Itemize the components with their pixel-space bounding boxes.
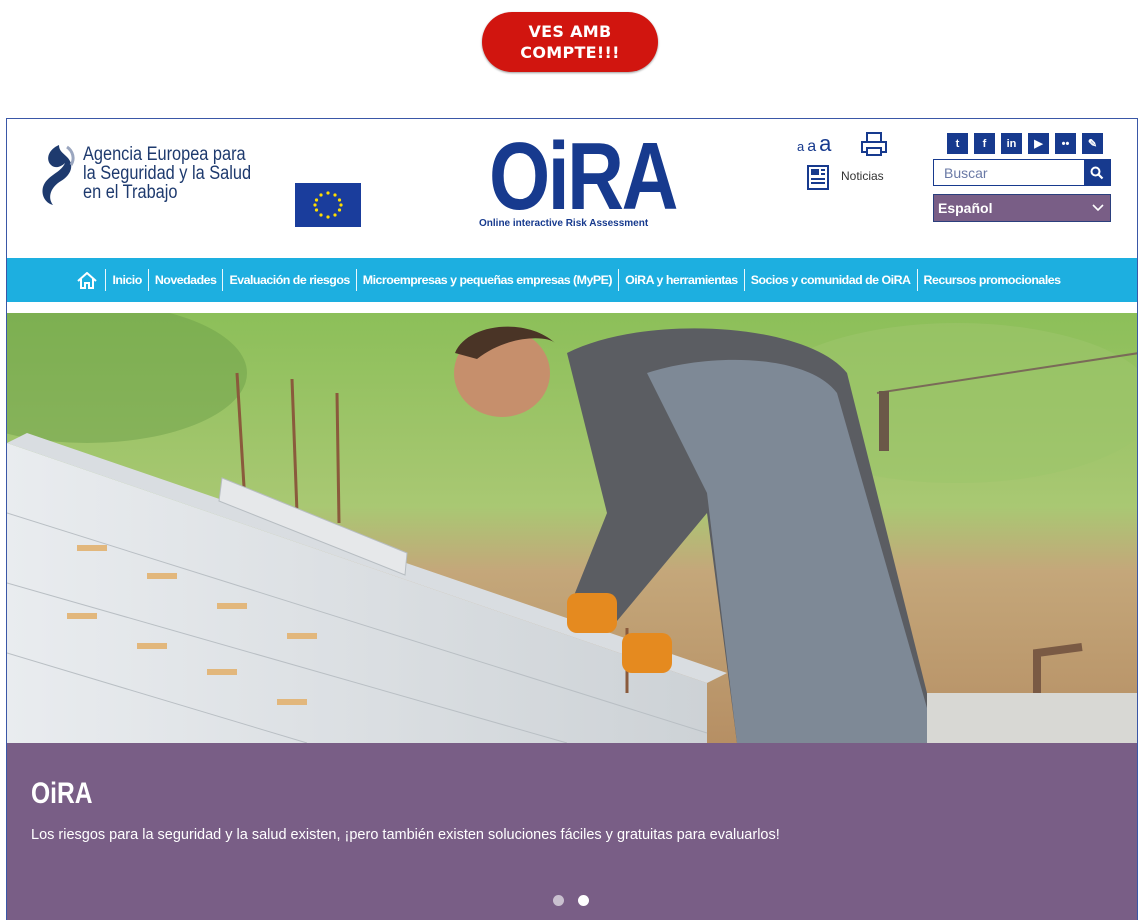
font-size-controls: a a a	[797, 131, 831, 157]
chevron-down-icon	[1092, 204, 1104, 212]
nav-divider	[222, 269, 224, 291]
oira-logo-text: OiRA	[489, 123, 678, 230]
news-link[interactable]: Noticias	[841, 169, 884, 183]
worker-building-wall-image	[7, 313, 1137, 743]
search-icon	[1090, 166, 1104, 179]
blog-icon[interactable]: ✎	[1082, 133, 1103, 154]
nav-item-socios[interactable]: Socios y comunidad de OiRA	[745, 273, 917, 287]
nav-divider	[743, 269, 745, 291]
slider-dots	[553, 895, 589, 906]
language-select[interactable]: Español	[933, 194, 1111, 222]
nav-divider	[355, 269, 357, 291]
language-selected: Español	[938, 200, 993, 216]
agency-name-line2: la Seguridad y la Salud	[83, 163, 252, 184]
nav-item-evaluacion[interactable]: Evaluación de riesgos	[223, 273, 355, 287]
slider-dot-2[interactable]	[578, 895, 589, 906]
newspaper-icon[interactable]	[807, 165, 831, 191]
social-icons: t f in ▶ •• ✎	[947, 133, 1103, 154]
warning-badge: VES AMB COMPTE!!!	[482, 12, 658, 72]
youtube-icon[interactable]: ▶	[1028, 133, 1049, 154]
slider-dot-1[interactable]	[553, 895, 564, 906]
nav-divider	[618, 269, 620, 291]
linkedin-icon[interactable]: in	[1001, 133, 1022, 154]
flickr-icon[interactable]: ••	[1055, 133, 1076, 154]
nav-divider	[916, 269, 918, 291]
hero-text: Los riesgos para la seguridad y la salud…	[31, 827, 780, 843]
nav-item-mype[interactable]: Microempresas y pequeñas empresas (MyPE)	[357, 273, 618, 287]
nav-item-inicio[interactable]: Inicio	[106, 273, 147, 287]
site-header: Agencia Europea para la Seguridad y la S…	[7, 119, 1137, 258]
agency-name-line1: Agencia Europea para	[83, 144, 246, 165]
hero-caption: OiRA Los riesgos para la seguridad y la …	[7, 743, 1137, 920]
warning-badge-line2: COMPTE!!!	[520, 43, 620, 62]
agency-logo[interactable]: Agencia Europea para la Seguridad y la S…	[37, 141, 278, 207]
nav-divider	[105, 269, 107, 291]
warning-badge-line1: VES AMB	[528, 22, 612, 41]
nav-item-recursos[interactable]: Recursos promocionales	[918, 273, 1067, 287]
website-frame: Agencia Europea para la Seguridad y la S…	[6, 118, 1138, 920]
twitter-icon[interactable]: t	[947, 133, 968, 154]
hero-image	[7, 313, 1137, 743]
agency-name-line3: en el Trabajo	[83, 182, 178, 203]
nav-item-oira-herramientas[interactable]: OiRA y herramientas	[619, 273, 744, 287]
search-input[interactable]	[934, 160, 1084, 185]
print-icon[interactable]	[860, 131, 888, 157]
font-size-medium[interactable]: a	[807, 138, 816, 156]
oira-logo-subtitle: Online interactive Risk Assessment	[479, 218, 649, 229]
facebook-icon[interactable]: f	[974, 133, 995, 154]
font-size-large[interactable]: a	[819, 131, 831, 157]
agency-mark-icon	[42, 145, 75, 205]
hero-title: OiRA	[31, 777, 93, 810]
home-icon[interactable]	[77, 271, 105, 289]
oira-logo[interactable]: OiRA Online interactive Risk Assessment	[475, 129, 685, 235]
font-size-small[interactable]: a	[797, 139, 804, 154]
nav-divider	[147, 269, 149, 291]
eu-flag-icon	[295, 183, 361, 227]
search-button[interactable]	[1084, 160, 1110, 185]
main-nav: Inicio Novedades Evaluación de riesgos M…	[7, 258, 1137, 302]
search-box	[933, 159, 1111, 186]
nav-item-novedades[interactable]: Novedades	[149, 273, 223, 287]
